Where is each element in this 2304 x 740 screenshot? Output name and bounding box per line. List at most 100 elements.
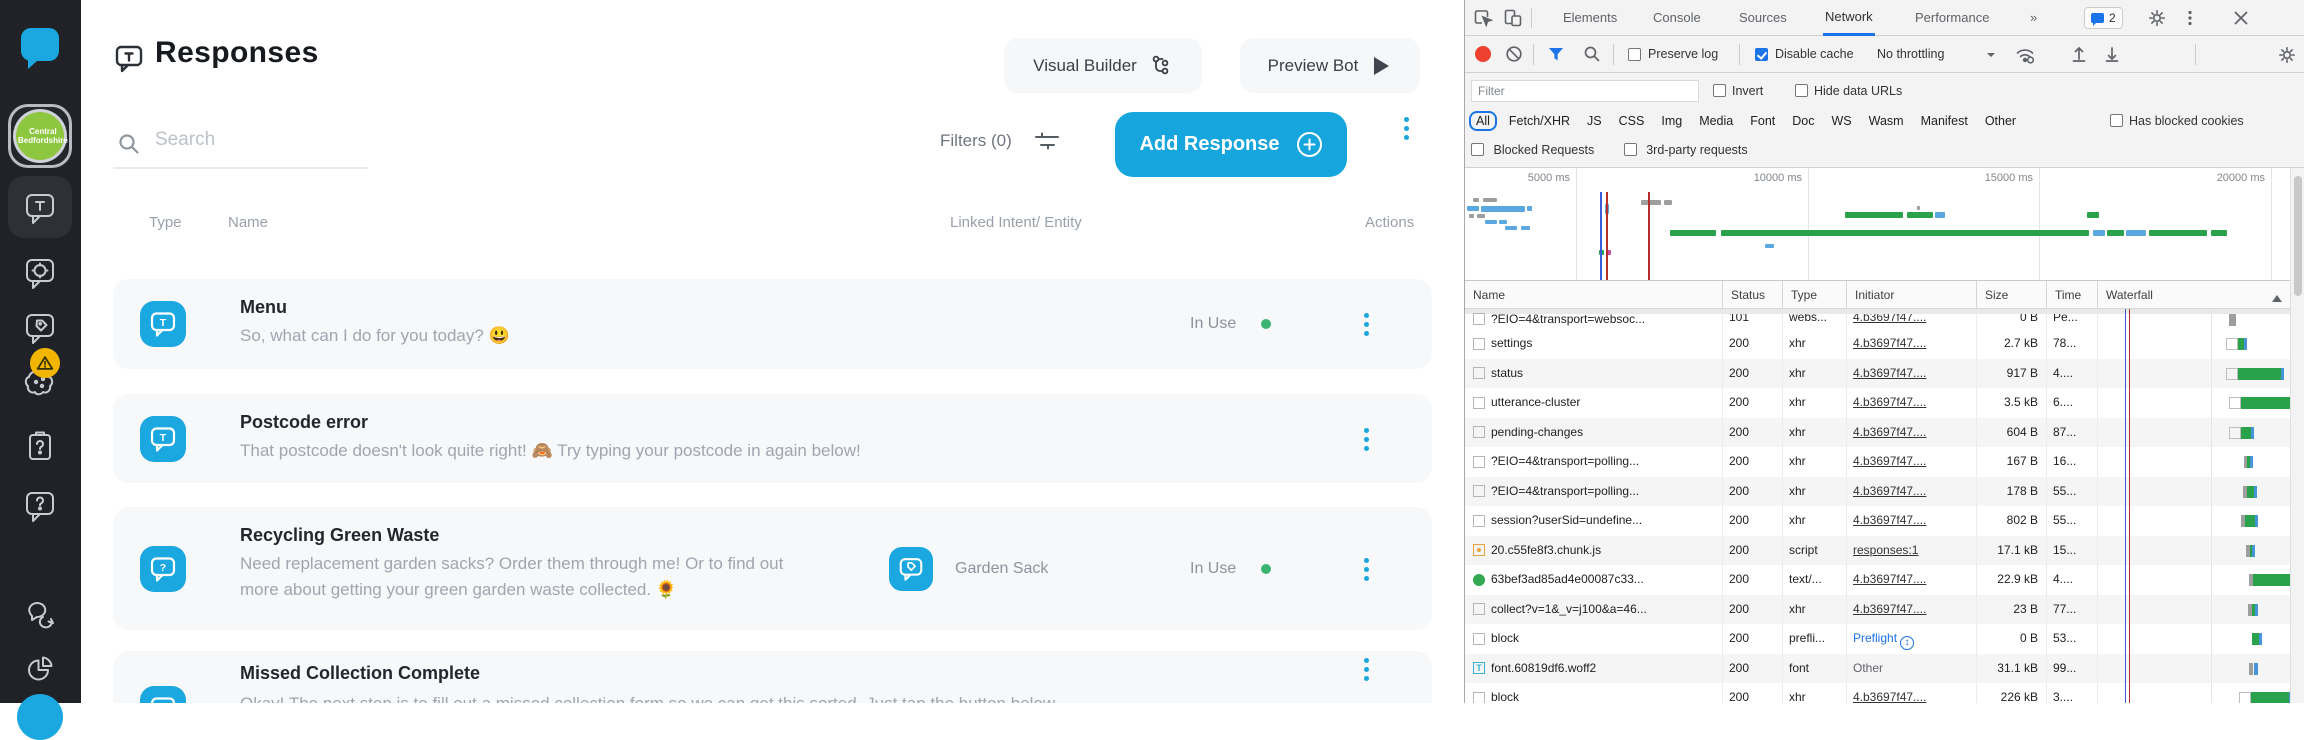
- settings-gear-icon[interactable]: [2147, 8, 2167, 28]
- sidebar-item-forms[interactable]: [20, 426, 60, 466]
- filter-funnel-icon[interactable]: [1547, 46, 1565, 63]
- request-initiator-link[interactable]: 4.b3697f47....: [1853, 336, 1926, 350]
- response-row[interactable]: T Menu So, what can I do for you today? …: [113, 279, 1432, 369]
- chip-font[interactable]: Font: [1745, 112, 1780, 130]
- request-row[interactable]: Tfont.60819df6.woff2200fontOther31.1 kB9…: [1465, 654, 2304, 684]
- devtools-tab-performance[interactable]: Performance: [1913, 0, 1991, 36]
- add-response-button[interactable]: Add Response: [1115, 112, 1347, 177]
- chip-ws[interactable]: WS: [1826, 112, 1856, 130]
- preview-bot-button[interactable]: Preview Bot: [1240, 38, 1420, 93]
- request-column-header-size[interactable]: Size: [1977, 281, 2047, 309]
- request-row[interactable]: 63bef3ad85ad4e00087c33...200text/...4.b3…: [1465, 565, 2304, 595]
- row-kebab[interactable]: [1363, 558, 1369, 581]
- chip-doc[interactable]: Doc: [1787, 112, 1819, 130]
- request-initiator-link[interactable]: 4.b3697f47....: [1853, 572, 1926, 586]
- disable-cache-checkbox[interactable]: [1755, 48, 1768, 61]
- chip-manifest[interactable]: Manifest: [1916, 112, 1973, 130]
- filters-button[interactable]: Filters (0): [940, 131, 1012, 151]
- third-party-checkbox[interactable]: [1624, 143, 1637, 156]
- record-button[interactable]: [1475, 46, 1491, 62]
- devtools-tab-sources[interactable]: Sources: [1737, 0, 1789, 36]
- request-row[interactable]: block200prefli...Preflight↕0 B53...: [1465, 624, 2304, 654]
- network-filter-input[interactable]: [1471, 80, 1699, 102]
- request-row[interactable]: pending-changes200xhr4.b3697f47....604 B…: [1465, 418, 2304, 448]
- request-row[interactable]: settings200xhr4.b3697f47....2.7 kB78...: [1465, 329, 2304, 359]
- blocked-requests-checkbox[interactable]: [1471, 143, 1484, 156]
- network-overview-timeline[interactable]: 5000 ms10000 ms15000 ms20000 ms: [1465, 168, 2304, 281]
- request-initiator-link[interactable]: 4.b3697f47....: [1853, 690, 1926, 703]
- request-column-header-time[interactable]: Time: [2047, 281, 2098, 309]
- request-initiator-link[interactable]: 4.b3697f47....: [1853, 425, 1926, 439]
- request-column-header-name[interactable]: Name: [1465, 281, 1723, 309]
- request-row[interactable]: 20.c55fe8f3.chunk.js200scriptresponses:1…: [1465, 536, 2304, 566]
- search-network-icon[interactable]: [1583, 45, 1601, 63]
- request-initiator-link[interactable]: 4.b3697f47....: [1853, 484, 1926, 498]
- response-row[interactable]: ? Missed Collection Complete Okay! The n…: [113, 651, 1432, 703]
- sidebar-item-responses[interactable]: [20, 187, 60, 227]
- export-har-icon[interactable]: [2103, 45, 2121, 63]
- request-initiator-link[interactable]: Preflight: [1853, 631, 1897, 645]
- close-icon[interactable]: [2231, 8, 2251, 28]
- chip-all[interactable]: All: [1469, 111, 1497, 131]
- chip-wasm[interactable]: Wasm: [1864, 112, 1909, 130]
- request-row[interactable]: session?userSid=undefine...200xhr4.b3697…: [1465, 506, 2304, 536]
- preserve-log-checkbox[interactable]: [1628, 48, 1641, 61]
- request-column-header-initiator[interactable]: Initiator: [1847, 281, 1977, 309]
- request-row[interactable]: utterance-cluster200xhr4.b3697f47....3.5…: [1465, 388, 2304, 418]
- request-row[interactable]: ?EIO=4&transport=websoc...101webs...4.b3…: [1465, 309, 2304, 329]
- request-row[interactable]: collect?v=1&_v=j100&a=46...200xhr4.b3697…: [1465, 595, 2304, 625]
- chip-js[interactable]: JS: [1582, 112, 1607, 130]
- devtools-tab-console[interactable]: Console: [1651, 0, 1703, 36]
- bottom-avatar[interactable]: [17, 694, 63, 740]
- chip-media[interactable]: Media: [1694, 112, 1738, 130]
- sidebar-item-entities[interactable]: [20, 307, 60, 347]
- request-row[interactable]: block200xhr4.b3697f47....226 kB3....: [1465, 683, 2304, 703]
- invert-checkbox[interactable]: [1713, 84, 1726, 97]
- request-initiator-link[interactable]: 4.b3697f47....: [1853, 602, 1926, 616]
- chip-other[interactable]: Other: [1980, 112, 2021, 130]
- inspect-element-icon[interactable]: [1473, 8, 1493, 28]
- scrollbar-thumb[interactable]: [2294, 176, 2302, 296]
- issues-badge[interactable]: 2: [2084, 7, 2123, 29]
- request-column-header-waterfall[interactable]: Waterfall: [2098, 281, 2304, 309]
- network-conditions-icon[interactable]: [2015, 45, 2035, 65]
- response-row[interactable]: T Postcode error That postcode doesn't l…: [113, 394, 1432, 483]
- throttling-select[interactable]: No throttling: [1877, 36, 1944, 73]
- device-toolbar-icon[interactable]: [1503, 8, 1523, 28]
- request-row[interactable]: ?EIO=4&transport=polling...200xhr4.b3697…: [1465, 447, 2304, 477]
- sidebar-item-conversations[interactable]: [20, 591, 60, 631]
- row-kebab[interactable]: [1363, 313, 1369, 336]
- request-row[interactable]: status200xhr4.b3697f47....917 B4....: [1465, 359, 2304, 389]
- request-column-header-type[interactable]: Type: [1783, 281, 1847, 309]
- has-blocked-cookies-checkbox[interactable]: [2110, 114, 2123, 127]
- request-column-header-status[interactable]: Status: [1723, 281, 1783, 309]
- devtools-kebab-icon[interactable]: [2181, 9, 2199, 27]
- sidebar-item-intents[interactable]: [20, 252, 60, 292]
- devtools-tab-network[interactable]: Network: [1823, 0, 1875, 36]
- request-initiator-link[interactable]: 4.b3697f47....: [1853, 366, 1926, 380]
- filter-lines-icon[interactable]: [1033, 128, 1061, 159]
- clear-icon[interactable]: [1505, 45, 1523, 63]
- chip-img[interactable]: Img: [1656, 112, 1687, 130]
- request-initiator-link[interactable]: 4.b3697f47....: [1853, 395, 1926, 409]
- chip-fetch-xhr[interactable]: Fetch/XHR: [1504, 112, 1575, 130]
- sidebar-item-analytics[interactable]: [20, 649, 60, 689]
- chip-css[interactable]: CSS: [1614, 112, 1650, 130]
- row-kebab[interactable]: [1363, 428, 1369, 451]
- request-initiator-link[interactable]: 4.b3697f47....: [1853, 513, 1926, 527]
- request-initiator-link[interactable]: 4.b3697f47....: [1853, 454, 1926, 468]
- workspace-avatar[interactable]: Central Bedfordshire: [8, 104, 72, 168]
- search-input[interactable]: [153, 128, 353, 152]
- response-row[interactable]: ? Recycling Green Waste Need replacement…: [113, 507, 1432, 630]
- devtools-tab-elements[interactable]: Elements: [1561, 0, 1619, 36]
- linked-entity-chip[interactable]: Garden Sack: [889, 547, 1048, 591]
- request-initiator-link[interactable]: responses:1: [1853, 543, 1918, 557]
- visual-builder-button[interactable]: Visual Builder: [1004, 38, 1202, 93]
- sidebar-item-faqs[interactable]: [20, 485, 60, 525]
- network-settings-gear-icon[interactable]: [2277, 45, 2297, 65]
- hide-data-urls-checkbox[interactable]: [1795, 84, 1808, 97]
- import-har-icon[interactable]: [2070, 45, 2088, 63]
- request-row[interactable]: ?EIO=4&transport=polling...200xhr4.b3697…: [1465, 477, 2304, 507]
- page-menu-kebab[interactable]: [1403, 117, 1409, 140]
- more-tabs-chevron[interactable]: »: [2028, 0, 2039, 36]
